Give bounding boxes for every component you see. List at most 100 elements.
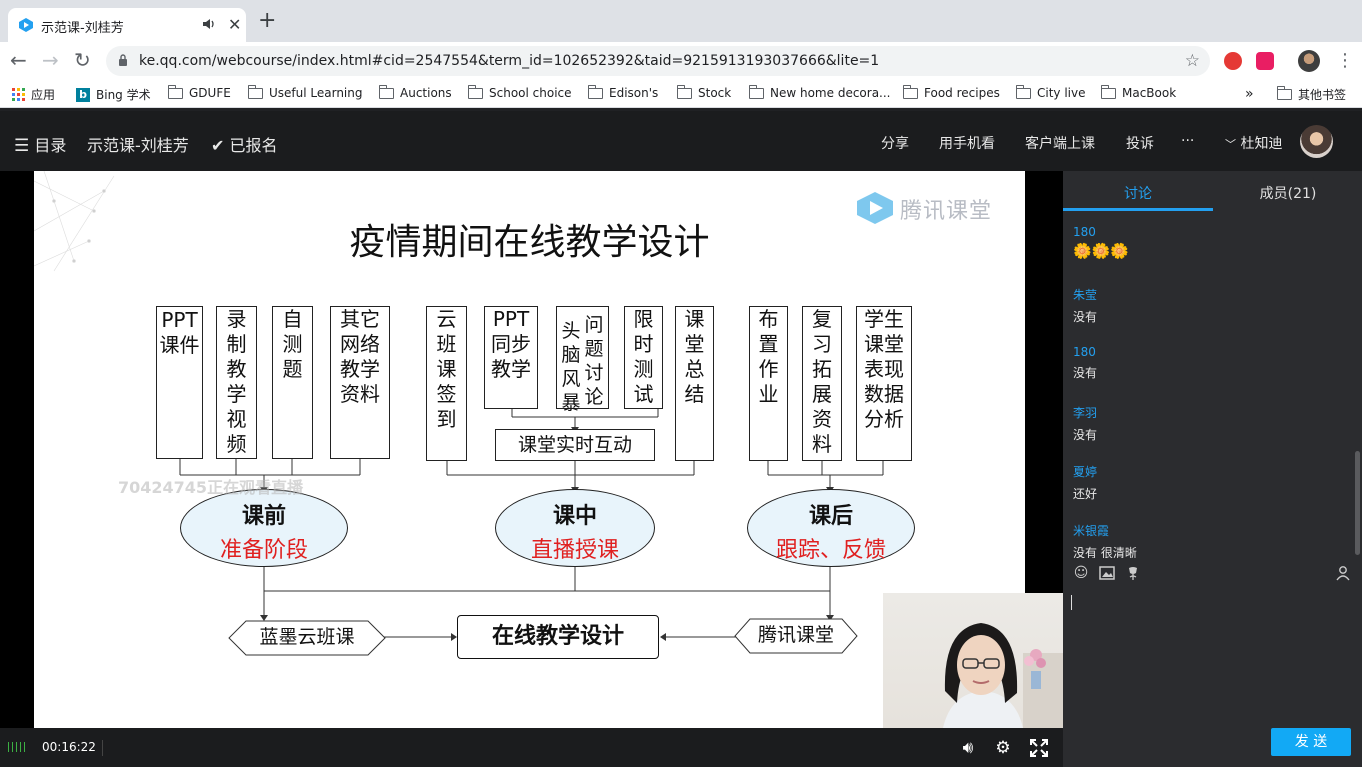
back-arrow-icon[interactable]: ← xyxy=(10,50,27,70)
folder-icon xyxy=(902,84,918,99)
video-player[interactable]: 腾讯课堂 疫情期间在线教学设计 PPT课件 录制教学视频 自测题 其它网络教学资… xyxy=(0,171,1063,728)
adblock-extension-icon[interactable] xyxy=(1224,52,1242,70)
tab-members[interactable]: 成员(21) xyxy=(1213,183,1362,203)
audio-level-meter xyxy=(8,742,25,752)
image-icon[interactable] xyxy=(1099,565,1115,581)
catalog-button[interactable]: ☰ 目录 xyxy=(14,132,66,156)
platform-lanmo: 蓝墨云班课 xyxy=(259,626,355,648)
mid-item-brainstorm: 问题讨论 头脑风暴 xyxy=(556,306,609,414)
reload-icon[interactable]: ↻ xyxy=(74,50,91,70)
menu-icon: ☰ xyxy=(14,136,30,156)
post-item-homework: 布置作业 xyxy=(749,306,788,461)
discussion-panel: 讨论 成员(21) 180 🌼🌼🌼 朱莹 没有 180 没有 李羽 没有 夏婷 … xyxy=(1063,171,1362,767)
course-title: 示范课-刘桂芳 xyxy=(87,136,189,155)
teacher-only-icon[interactable] xyxy=(1335,565,1351,581)
tencent-classroom-favicon-icon xyxy=(19,18,33,32)
browser-toolbar: ← → ↻ ke.qq.com/webcourse/index.html#cid… xyxy=(0,42,1362,80)
bookmark-folder[interactable]: GDUFE xyxy=(167,84,231,100)
divider xyxy=(102,740,103,756)
mid-item-quiz: 限时测试 xyxy=(624,306,663,409)
slide: 腾讯课堂 疫情期间在线教学设计 PPT课件 录制教学视频 自测题 其它网络教学资… xyxy=(34,171,1025,728)
folder-icon xyxy=(1100,84,1116,99)
teacher-portrait xyxy=(943,623,1063,728)
bing-icon: b xyxy=(76,87,90,102)
bookmark-folder[interactable]: Edison's xyxy=(587,84,658,100)
settings-gear-icon[interactable]: ⚙ xyxy=(993,738,1013,758)
player-controls: 00:16:22 🔊︎ ⚙ xyxy=(0,728,1063,767)
more-button[interactable]: ··· xyxy=(1181,133,1194,149)
bookmark-folder[interactable]: Food recipes xyxy=(902,84,1000,100)
mid-item-summary: 课堂总结 xyxy=(675,306,714,461)
phase-pre: 课前 准备阶段 xyxy=(180,489,348,567)
share-button[interactable]: 分享 xyxy=(881,133,909,153)
flower-icon[interactable] xyxy=(1125,565,1141,581)
bookmark-bing[interactable]: b Bing 学术 xyxy=(76,86,151,103)
pre-item-video: 录制教学视频 xyxy=(216,306,257,459)
chat-message-list[interactable]: 180 🌼🌼🌼 朱莹 没有 180 没有 李羽 没有 夏婷 还好 米银霞 没有 … xyxy=(1063,219,1362,558)
bookmark-star-icon[interactable]: ☆ xyxy=(1185,51,1200,71)
audio-playing-icon[interactable] xyxy=(202,17,216,31)
teacher-camera-feed[interactable] xyxy=(883,593,1063,728)
bookmark-folder[interactable]: City live xyxy=(1015,84,1086,100)
mid-item-checkin: 云班课签到 xyxy=(426,306,467,461)
panel-tabs: 讨论 成员(21) xyxy=(1063,171,1362,211)
chrome-profile-avatar[interactable] xyxy=(1298,50,1320,72)
pre-item-resources: 其它网络教学资料 xyxy=(330,306,390,459)
folder-icon xyxy=(247,84,263,99)
browser-tab[interactable]: 示范课-刘桂芳 ✕ xyxy=(8,8,246,42)
list-item: 180 没有 xyxy=(1073,345,1098,380)
new-tab-icon[interactable]: + xyxy=(258,10,276,32)
bookmark-folder[interactable]: New home decora... xyxy=(748,84,891,100)
forward-arrow-icon[interactable]: → xyxy=(42,50,59,70)
post-item-review: 复习拓展资料 xyxy=(802,306,842,461)
folder-icon xyxy=(378,84,394,99)
folder-icon xyxy=(167,84,183,99)
emoji-icon[interactable]: ☺ xyxy=(1073,565,1089,581)
bookmark-other[interactable]: 其他书签 xyxy=(1276,86,1346,103)
address-bar[interactable]: ke.qq.com/webcourse/index.html#cid=25475… xyxy=(106,46,1210,76)
chat-input-toolbar: ☺ xyxy=(1063,561,1362,587)
course-header: ☰ 目录 示范课-刘桂芳 ✔ 已报名 分享 用手机看 客户端上课 投诉 ··· … xyxy=(0,111,1362,171)
folder-icon xyxy=(587,84,603,99)
client-class-button[interactable]: 客户端上课 xyxy=(1025,133,1095,153)
bookmark-folder[interactable]: Stock xyxy=(676,84,731,100)
phase-mid: 课中 直播授课 xyxy=(495,489,655,567)
enrolled-status: ✔ 已报名 xyxy=(211,136,278,155)
bookmark-folder[interactable]: Auctions xyxy=(378,84,452,100)
browser-tab-strip: 示范课-刘桂芳 ✕ + xyxy=(0,0,1362,42)
fullscreen-icon[interactable] xyxy=(1029,738,1049,758)
bookmark-folder[interactable]: MacBook xyxy=(1100,84,1176,100)
tab-discussion[interactable]: 讨论 xyxy=(1063,183,1213,203)
lock-icon xyxy=(119,54,127,66)
extension-icon[interactable] xyxy=(1256,52,1274,70)
folder-icon xyxy=(676,84,692,99)
folder-icon xyxy=(1276,86,1292,100)
bookmark-folder[interactable]: School choice xyxy=(467,84,572,100)
folder-icon xyxy=(467,84,483,99)
close-tab-icon[interactable]: ✕ xyxy=(228,15,241,34)
mid-item-ppt-sync: PPT同步教学 xyxy=(484,306,538,409)
chat-input-field[interactable] xyxy=(1071,595,1072,610)
list-item: 180 🌼🌼🌼 xyxy=(1073,225,1130,260)
bookmark-folder[interactable]: Useful Learning xyxy=(247,84,363,100)
bookmarks-overflow[interactable]: » xyxy=(1245,86,1254,102)
elapsed-time: 00:16:22 xyxy=(42,740,96,754)
mid-sub-interaction: 课堂实时互动 xyxy=(495,429,655,461)
mobile-watch-button[interactable]: 用手机看 xyxy=(939,133,995,153)
chat-scrollbar[interactable] xyxy=(1355,451,1360,555)
avatar[interactable] xyxy=(1300,125,1333,158)
list-item: 米银霞 没有 很清晰 xyxy=(1073,524,1137,558)
viewer-watermark: 70424745正在观看直播 xyxy=(118,478,304,497)
folder-icon xyxy=(1015,84,1031,99)
user-menu[interactable]: ﹀ 杜知迪 xyxy=(1225,133,1282,153)
phase-post: 课后 跟踪、反馈 xyxy=(747,489,915,567)
volume-icon[interactable]: 🔊︎ xyxy=(958,738,978,758)
bookmark-apps[interactable]: 应用 xyxy=(12,86,55,103)
report-button[interactable]: 投诉 xyxy=(1126,133,1154,153)
browser-menu-icon[interactable]: ⋮ xyxy=(1336,50,1354,71)
pre-item-ppt: PPT课件 xyxy=(156,306,203,459)
list-item: 夏婷 还好 xyxy=(1073,465,1098,501)
folder-icon xyxy=(748,84,764,99)
center-design-box: 在线教学设计 xyxy=(457,615,659,659)
send-button[interactable]: 发 送 xyxy=(1271,728,1351,756)
